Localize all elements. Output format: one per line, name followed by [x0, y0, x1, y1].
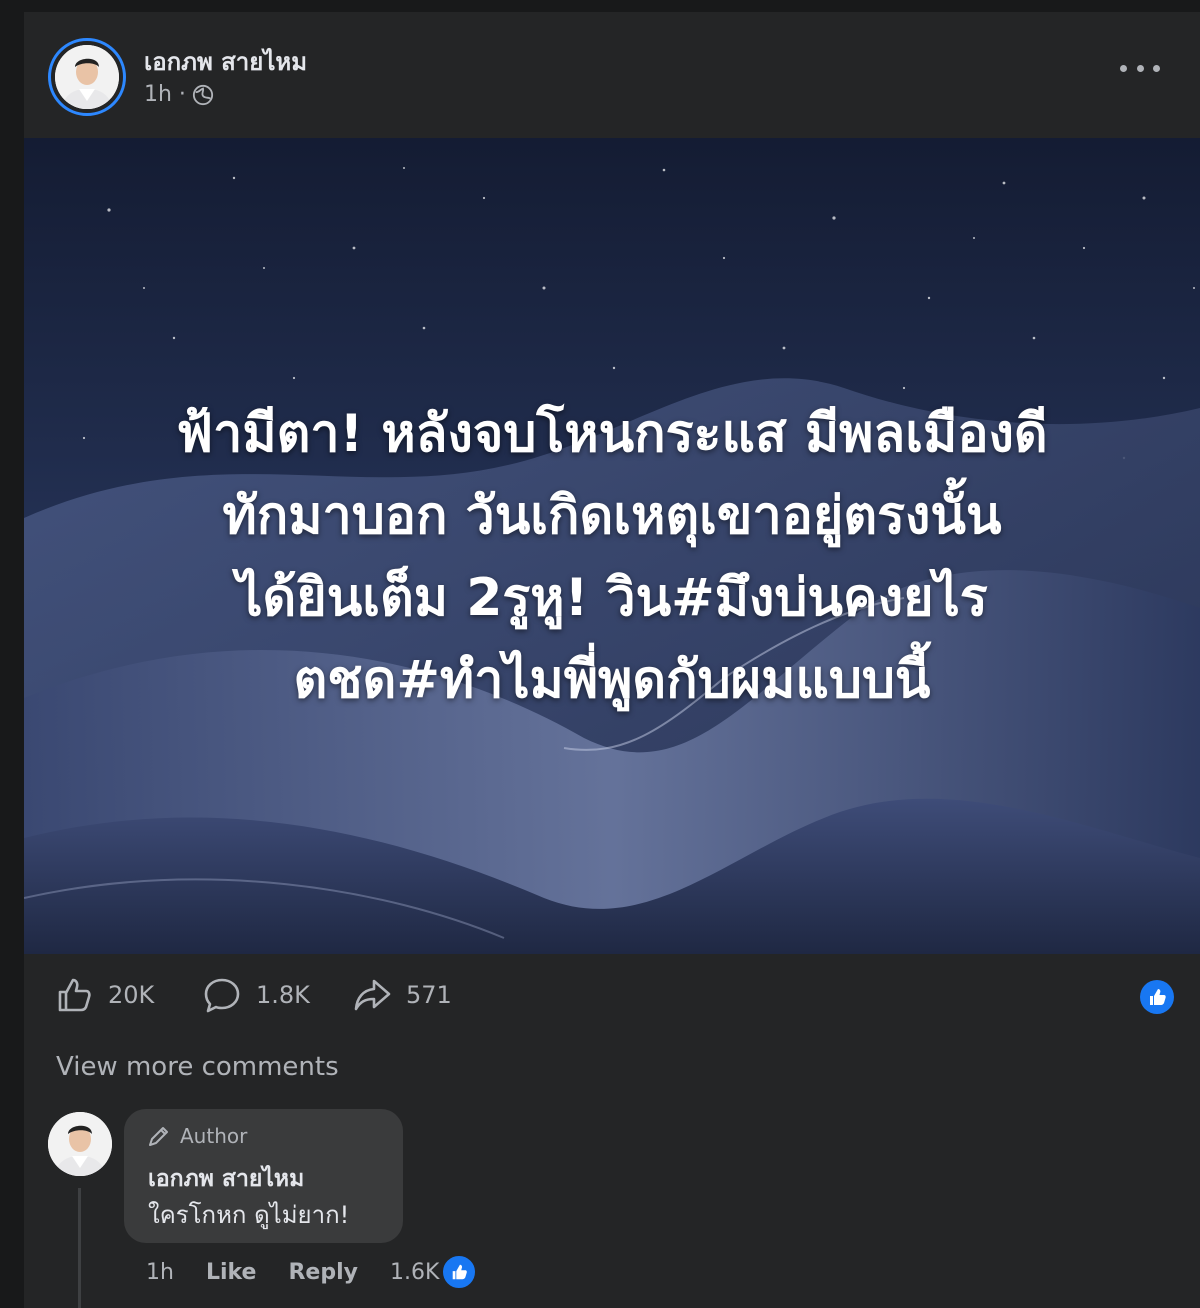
- comment-bubble: Author เอกภพ สายไหม ใครโกหก ดูไม่ยาก!: [124, 1109, 403, 1243]
- caption-line-2: ทักมาบอก วันเกิดเหตุเขาอยู่ตรงนั้น: [222, 486, 1002, 546]
- comment-thread-line: [78, 1188, 81, 1308]
- author-name[interactable]: เอกภพ สายไหม: [144, 42, 307, 81]
- share-icon: [354, 979, 391, 1011]
- pen-icon: [149, 1127, 168, 1146]
- post-time[interactable]: 1h ·: [144, 82, 186, 107]
- share-count: 571: [406, 981, 452, 1009]
- globe-icon[interactable]: [192, 84, 214, 106]
- caption-line-1: ฟ้ามีตา! หลังจบโหนกระแส มีพลเมืองดี: [176, 404, 1048, 464]
- post-header: เอกภพ สายไหม 1h ·: [24, 12, 1200, 136]
- like-reaction-icon[interactable]: [1140, 980, 1174, 1014]
- post-meta: 1h ·: [144, 82, 214, 107]
- comment-button[interactable]: 1.8K: [202, 975, 310, 1015]
- like-count: 20K: [108, 981, 155, 1009]
- author-avatar-story-ring[interactable]: [48, 38, 126, 116]
- comment-actions: 1h Like Reply 1.6K: [146, 1254, 478, 1290]
- avatar: [55, 45, 119, 109]
- like-reaction-icon: [441, 1254, 478, 1290]
- author-badge-label: Author: [180, 1124, 248, 1148]
- view-more-comments-link[interactable]: View more comments: [56, 1052, 339, 1082]
- post-image[interactable]: ฟ้ามีตา! หลังจบโหนกระแส มีพลเมืองดี ทักม…: [24, 138, 1200, 954]
- caption-line-4: ตชด#ทำไมพี่พูดกับผมแบบนี้: [293, 650, 931, 710]
- caption-line-3: ได้ยินเต็ม 2รูหู! วิน#มึงบ่นคงยไร: [236, 568, 988, 628]
- comment-author-name[interactable]: เอกภพ สายไหม: [148, 1161, 304, 1197]
- comment-count: 1.8K: [256, 981, 310, 1009]
- comment-text: ใครโกหก ดูไม่ยาก!: [148, 1201, 350, 1229]
- share-button[interactable]: 571: [352, 975, 452, 1015]
- image-caption: ฟ้ามีตา! หลังจบโหนกระแส มีพลเมืองดี ทักม…: [64, 393, 1160, 721]
- avatar-person-icon: [55, 45, 119, 109]
- comment-time[interactable]: 1h: [146, 1260, 174, 1285]
- more-options-icon[interactable]: [1120, 56, 1160, 80]
- comment-reply-button[interactable]: Reply: [288, 1260, 358, 1285]
- post-stats-bar: 20K 1.8K 571: [24, 967, 1200, 1027]
- comment-like-button[interactable]: Like: [206, 1260, 257, 1285]
- post-card: เอกภพ สายไหม 1h · ฟ้ามีตา! หลังจบโหนกระแ…: [24, 12, 1200, 1308]
- author-badge: Author: [146, 1123, 247, 1149]
- comment-author-avatar[interactable]: [48, 1112, 112, 1176]
- comment-reaction-number: 1.6K: [389, 1259, 440, 1285]
- comment-icon: [204, 978, 240, 1013]
- like-button[interactable]: 20K: [54, 975, 154, 1015]
- thumbs-up-icon: [58, 978, 91, 1012]
- comment-reaction-count[interactable]: 1.6K: [389, 1254, 478, 1290]
- avatar-person-icon: [48, 1112, 112, 1176]
